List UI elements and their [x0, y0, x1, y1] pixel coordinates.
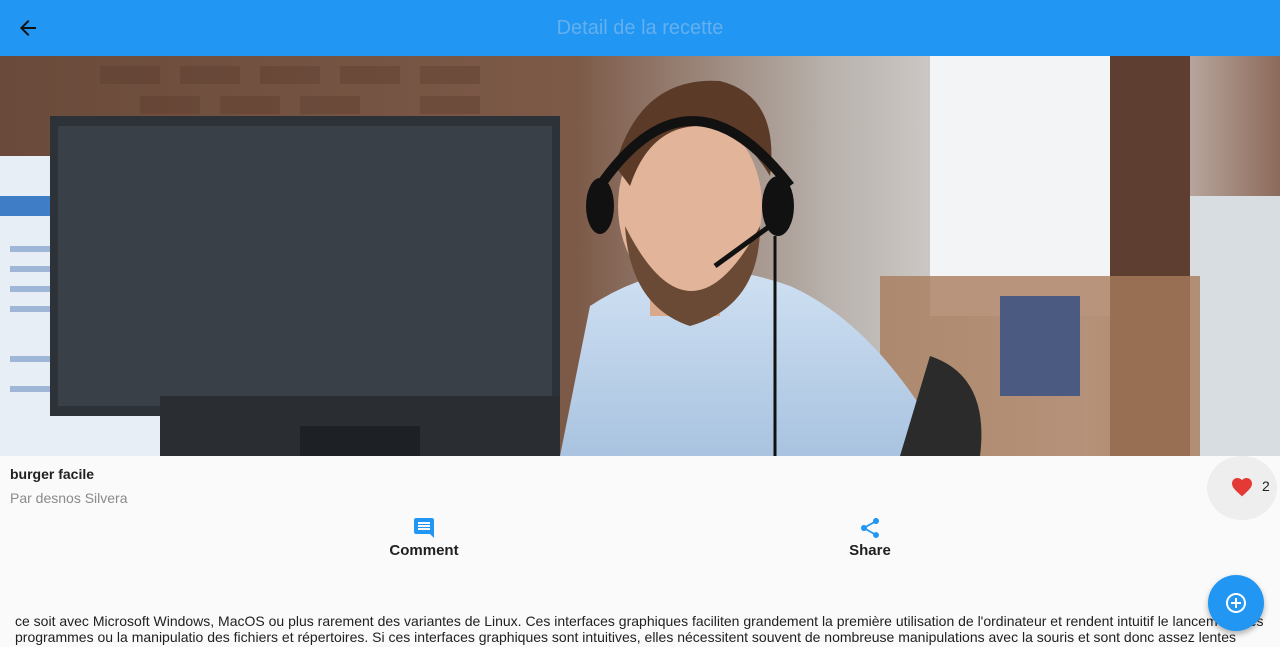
comment-button[interactable]: Comment: [364, 516, 484, 568]
comment-icon: [412, 516, 436, 540]
recipe-image: [0, 56, 1280, 456]
recipe-info: burger facile Par desnos Silvera: [0, 456, 1280, 520]
heart-icon: [1232, 478, 1252, 497]
app-bar: Detail de la recette: [0, 0, 1280, 56]
recipe-title: burger facile: [10, 466, 95, 482]
add-fab-button[interactable]: [1208, 575, 1264, 631]
add-circle-icon: [1226, 593, 1246, 613]
page-title: Detail de la recette: [556, 17, 724, 39]
share-icon: [858, 516, 882, 540]
comment-label: Comment: [389, 542, 459, 559]
share-label: Share: [849, 542, 891, 559]
like-count: 2: [1262, 478, 1270, 494]
recipe-description: ce soit avec Microsoft Windows, MacOS ou…: [15, 613, 1264, 645]
share-button[interactable]: Share: [810, 516, 930, 568]
recipe-author: Par desnos Silvera: [10, 490, 128, 506]
like-button[interactable]: [1228, 474, 1256, 498]
